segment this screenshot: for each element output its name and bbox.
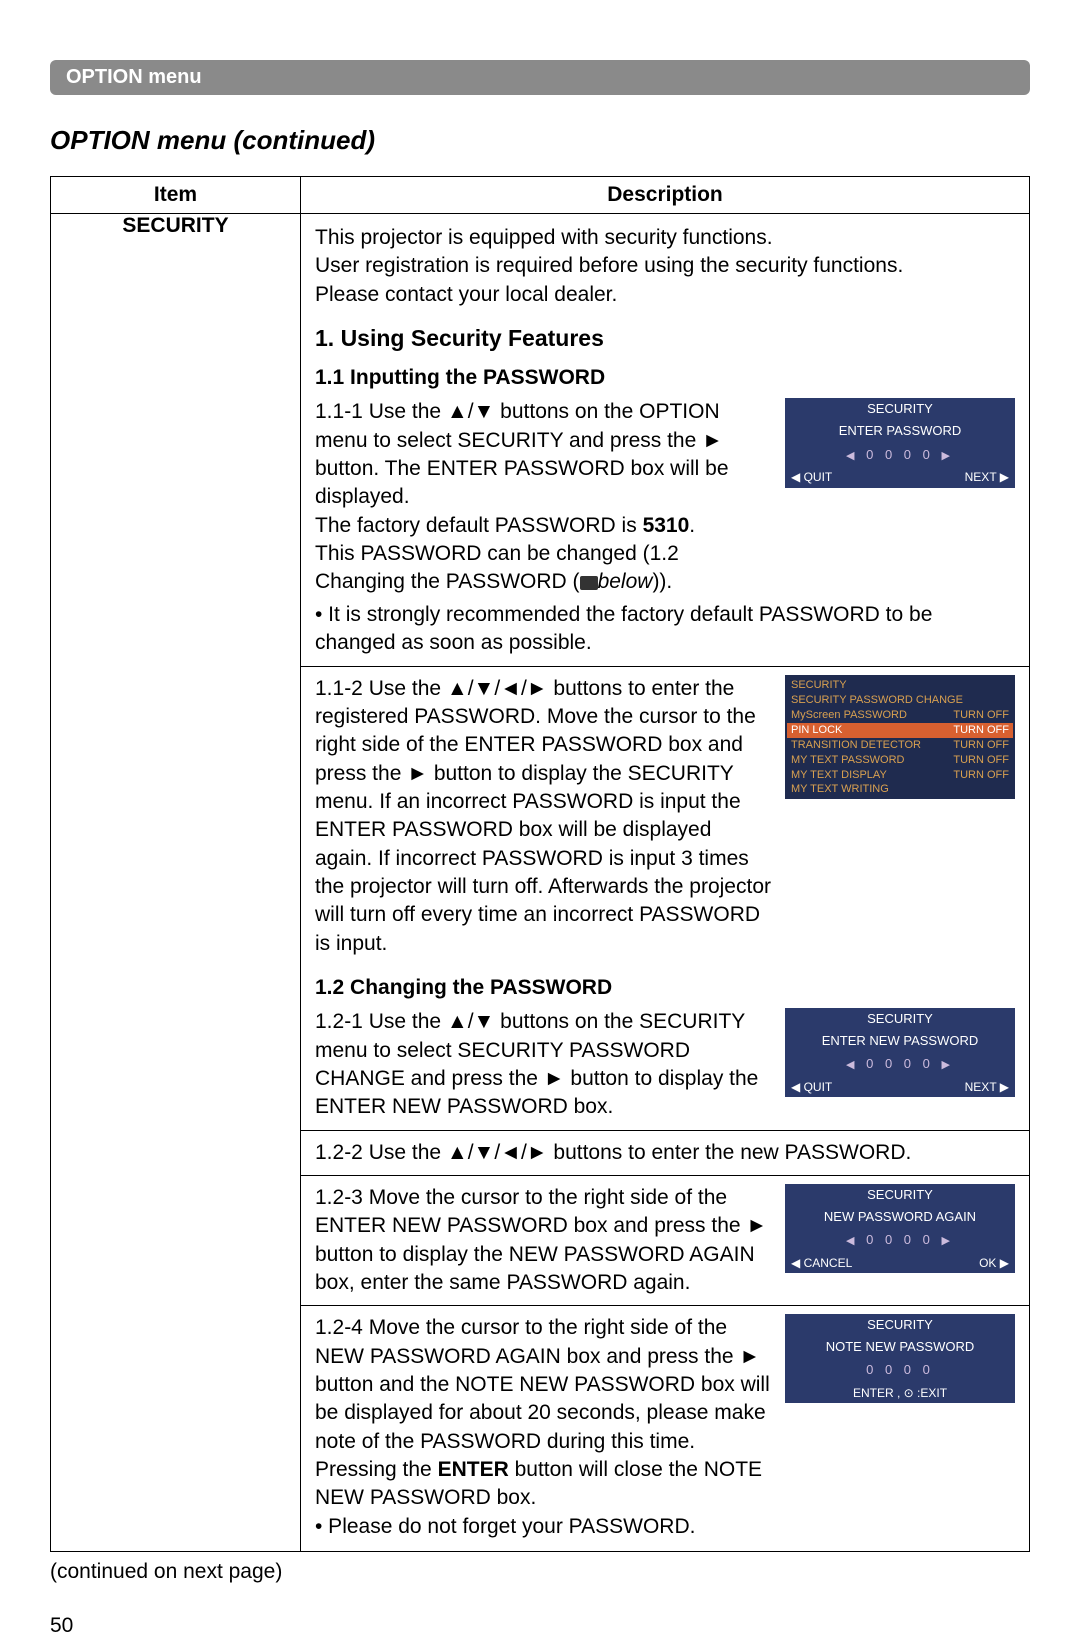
osd-title: SECURITY — [785, 398, 1015, 420]
step-num: 1.1-2 — [315, 677, 363, 700]
osd-note-new-password: SECURITY NOTE NEW PASSWORD 0 0 0 0 ENTER… — [785, 1314, 1015, 1403]
default-pw-a: The factory default PASSWORD is — [315, 514, 643, 537]
header-label: OPTION menu — [66, 66, 202, 88]
intro-l2: User registration is required before usi… — [315, 252, 1015, 280]
divider — [301, 666, 1029, 667]
osd-security-menu: SECURITY SECURITY PASSWORD CHANGE MyScre… — [785, 675, 1015, 800]
osd-sub: ENTER PASSWORD — [785, 420, 1015, 442]
step-num: 1.2-4 — [315, 1316, 363, 1339]
recommend-note: • It is strongly recommended the factory… — [315, 601, 1015, 658]
book-icon — [580, 576, 598, 590]
intro-l3: Please contact your local dealer. — [315, 281, 1015, 309]
divider — [301, 1305, 1029, 1306]
osd-next: NEXT — [965, 469, 1009, 485]
step-text-2: If an incorrect PASSWORD is input the EN… — [315, 790, 771, 955]
th-desc: Description — [301, 177, 1030, 214]
default-pw: 5310 — [643, 514, 690, 537]
step-1-2-4: 1.2-4 Move the cursor to the right side … — [315, 1314, 1015, 1541]
change-ref-b: below — [598, 570, 653, 593]
page-number: 50 — [50, 1614, 1030, 1638]
intro-l1: This projector is equipped with security… — [315, 224, 1015, 252]
header-bar: OPTION menu — [50, 60, 1030, 95]
option-table: Item Description SECURITY This projector… — [50, 176, 1030, 1552]
heading-using-security: 1. Using Security Features — [315, 323, 1015, 354]
step-1-1-2: 1.1-2 Use the ▲/▼/◄/► buttons to enter t… — [315, 675, 1015, 958]
step-text: Use the ▲/▼ buttons on the OPTION menu t… — [315, 400, 729, 508]
step-num: 1.2-2 — [315, 1141, 363, 1164]
forget-note: • Please do not forget your PASSWORD. — [315, 1513, 773, 1541]
osd-quit: QUIT — [791, 469, 832, 485]
step-1-1-1: 1.1-1 Use the ▲/▼ buttons on the OPTION … — [315, 398, 1015, 596]
desc-security: This projector is equipped with security… — [301, 214, 1030, 1552]
section-title: OPTION menu (continued) — [50, 125, 1030, 156]
heading-change-password: 1.2 Changing the PASSWORD — [315, 974, 1015, 1002]
step-1-2-2: 1.2-2 Use the ▲/▼/◄/► buttons to enter t… — [315, 1139, 1015, 1167]
osd-enter-new-password: SECURITY ENTER NEW PASSWORD ◀ 0 0 0 0 ▶ … — [785, 1008, 1015, 1097]
step-text: Use the ▲/▼ buttons on the SECURITY menu… — [315, 1010, 758, 1118]
step-1-2-1: 1.2-1 Use the ▲/▼ buttons on the SECURIT… — [315, 1008, 1015, 1121]
osd-new-password-again: SECURITY NEW PASSWORD AGAIN ◀ 0 0 0 0 ▶ … — [785, 1184, 1015, 1273]
step-text: Move the cursor to the right side of the… — [315, 1186, 767, 1294]
osd-menu-title: SECURITY — [787, 677, 1013, 694]
osd-enter-password: SECURITY ENTER PASSWORD ◀ 0 0 0 0 ▶ QUIT… — [785, 398, 1015, 487]
osd-footer: QUIT NEXT — [785, 467, 1015, 487]
divider — [301, 1130, 1029, 1131]
step-text: Use the ▲/▼/◄/► buttons to enter the new… — [369, 1141, 912, 1164]
continued-note: (continued on next page) — [50, 1560, 1030, 1584]
default-pw-c: . — [689, 514, 695, 537]
divider — [301, 1175, 1029, 1176]
th-item: Item — [51, 177, 301, 214]
heading-input-password: 1.1 Inputting the PASSWORD — [315, 364, 1015, 392]
step-num: 1.2-3 — [315, 1186, 363, 1209]
step-num: 1.2-1 — [315, 1010, 363, 1033]
step-1-2-3: 1.2-3 Move the cursor to the right side … — [315, 1184, 1015, 1297]
change-ref-c: )). — [652, 570, 672, 593]
step-text: Move the cursor to the right side of the… — [315, 1316, 770, 1452]
osd-digits: ◀ 0 0 0 0 ▶ — [785, 442, 1015, 468]
step-num: 1.1-1 — [315, 400, 363, 423]
item-security: SECURITY — [51, 214, 301, 1552]
